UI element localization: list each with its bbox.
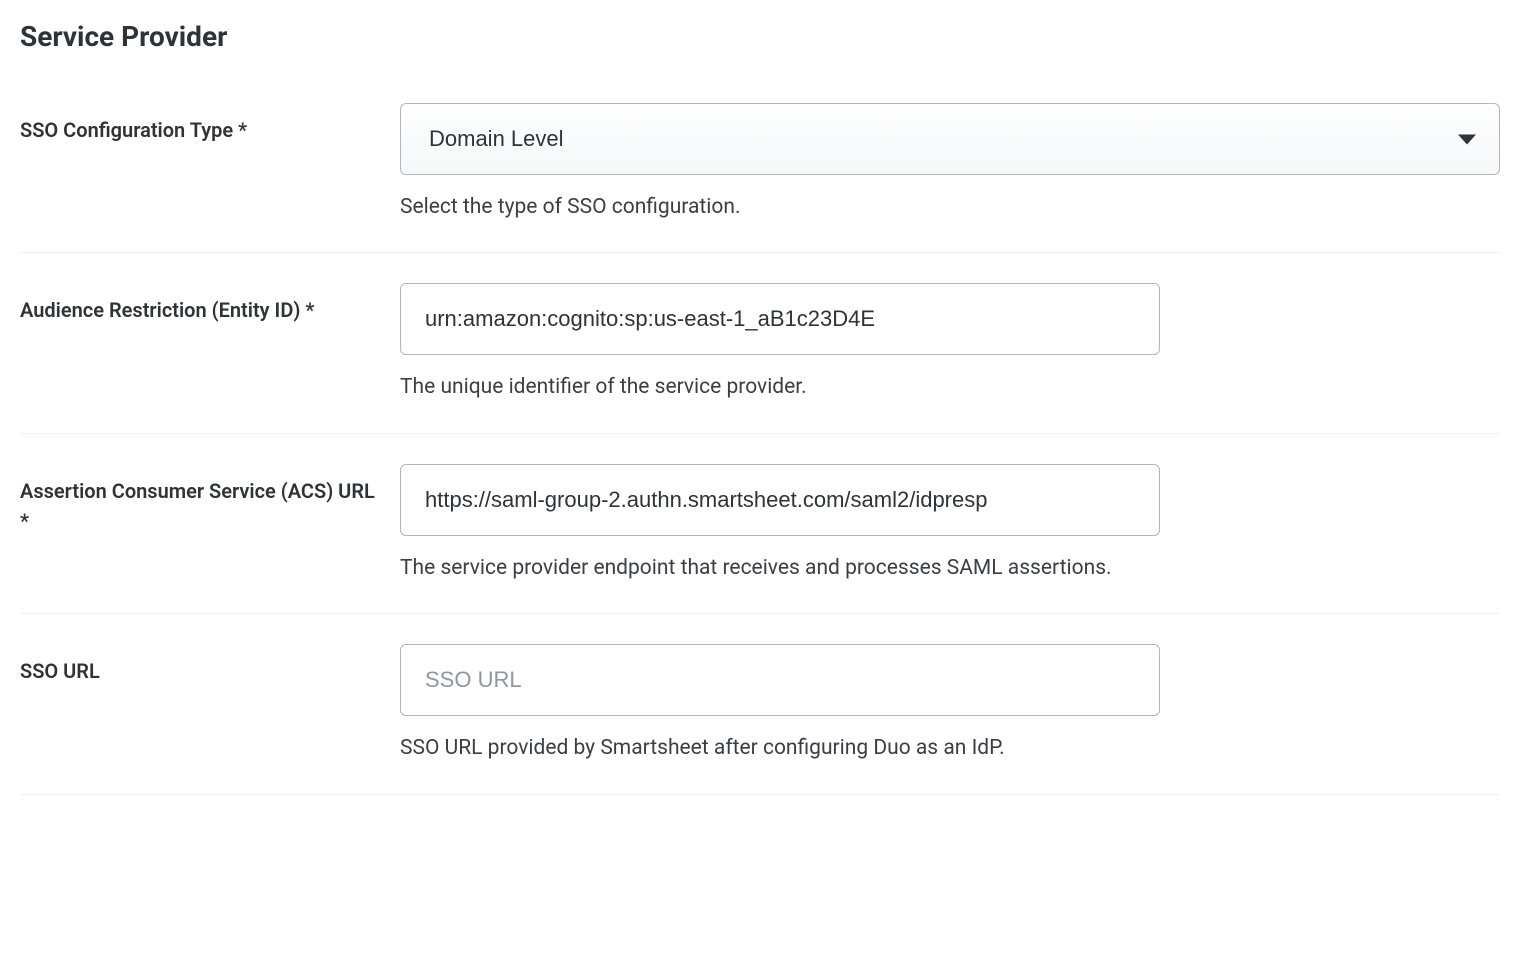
row-acs-url: Assertion Consumer Service (ACS) URL * T… (20, 434, 1500, 614)
label-sso-url: SSO URL (20, 656, 380, 686)
helper-sso-url: SSO URL provided by Smartsheet after con… (400, 734, 1500, 763)
helper-acs-url: The service provider endpoint that recei… (400, 554, 1500, 583)
label-audience-restriction: Audience Restriction (Entity ID) * (20, 295, 380, 325)
label-sso-config-type: SSO Configuration Type * (20, 115, 380, 145)
label-acs-url: Assertion Consumer Service (ACS) URL * (20, 476, 380, 536)
row-audience-restriction: Audience Restriction (Entity ID) * The u… (20, 253, 1500, 433)
section-title: Service Provider (20, 20, 1500, 53)
input-acs-url[interactable] (400, 464, 1160, 536)
input-audience-restriction[interactable] (400, 283, 1160, 355)
input-sso-url[interactable] (400, 644, 1160, 716)
select-sso-config-type[interactable]: Domain Level (400, 103, 1500, 175)
helper-sso-config-type: Select the type of SSO configuration. (400, 193, 1500, 222)
row-sso-config-type: SSO Configuration Type * Domain Level Se… (20, 103, 1500, 253)
row-sso-url: SSO URL SSO URL provided by Smartsheet a… (20, 614, 1500, 794)
helper-audience-restriction: The unique identifier of the service pro… (400, 373, 1500, 402)
